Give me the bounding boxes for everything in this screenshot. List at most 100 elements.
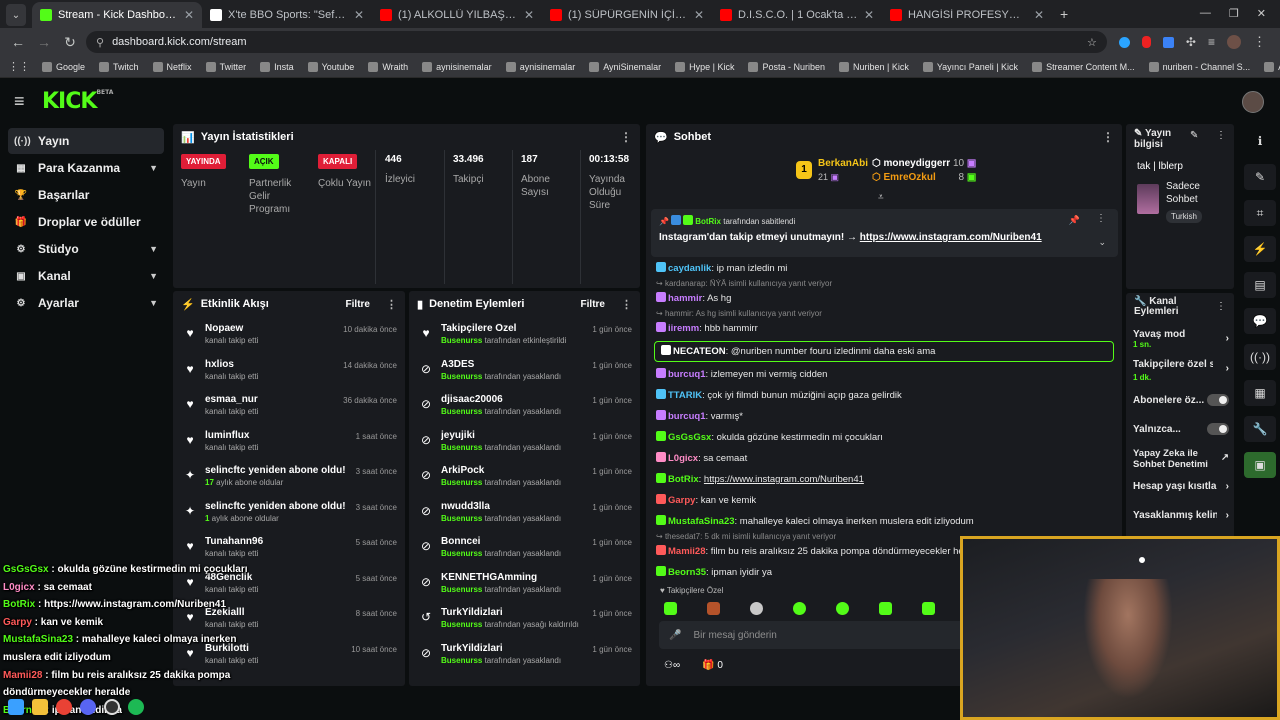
chat-username[interactable]: Beorn35 <box>668 567 706 578</box>
maximize-icon[interactable]: ❐ <box>1229 7 1239 20</box>
list-item[interactable]: ⊘ A3DES Busenurss tarafından yasaklandı 1 g… <box>409 353 640 389</box>
list-item[interactable]: ⊘ ArkiPock Busenurss tarafından yasaklandı… <box>409 459 640 495</box>
bookmark-item[interactable]: Google <box>42 61 85 72</box>
gift-icon[interactable]: 🎁 0 <box>702 660 723 671</box>
emote-only-toggle[interactable] <box>1207 423 1229 435</box>
media-icon[interactable]: ≡ <box>1208 35 1215 49</box>
bookmark-item[interactable]: Wraith <box>368 61 408 72</box>
chrome-icon[interactable] <box>56 699 72 715</box>
chat-message[interactable]: Garpy: kan ve kemik <box>646 490 1122 511</box>
bookmark-item[interactable]: Twitch <box>99 61 139 72</box>
edit-icon[interactable]: ✎ <box>1190 130 1198 141</box>
list-item[interactable]: ↺ TurkYildizlari Busenurss tarafından yasa… <box>409 601 640 637</box>
extension-icon[interactable] <box>1118 36 1130 48</box>
list-item[interactable]: ⊘ TurkYildizlari Busenurss tarafından yasa… <box>409 637 640 673</box>
chat-username[interactable]: TTARIK <box>668 390 702 401</box>
chat-username[interactable]: MustafaSina23 <box>668 516 735 527</box>
chat-message[interactable]: MustafaSina23: mahalleye kaleci olmaya i… <box>646 511 1122 532</box>
chat-username[interactable]: hammir <box>668 293 702 304</box>
browser-tab[interactable]: HANGİSİ PROFESYONEL FUTBO ✕ <box>882 2 1052 28</box>
list-item[interactable]: ⊘ djisaac20006 Busenurss tarafından yasakl… <box>409 388 640 424</box>
document-icon[interactable]: ▤ <box>1244 272 1276 298</box>
close-tab-icon[interactable]: ✕ <box>524 8 534 22</box>
bookmark-item[interactable]: Yayıncı Paneli | Kick <box>922 61 1018 72</box>
chat-message[interactable]: hammir: As hg <box>646 288 1122 309</box>
sidebar-item-para-kazanma[interactable]: ▦ Para Kazanma ▼ <box>8 155 164 181</box>
bookmark-item[interactable]: Aynı Sinemalar - Ça... <box>1264 61 1280 72</box>
chat-message[interactable]: BotRix: https://www.instagram.com/Nuribe… <box>646 469 1122 490</box>
chat-message[interactable]: GsGsGsx: okulda gözüne kestirmedin mi ço… <box>646 427 1122 448</box>
emote-icon[interactable] <box>707 602 720 615</box>
sidebar-item-studyo[interactable]: ⚙ Stüdyo ▼ <box>8 236 164 262</box>
chat-message[interactable]: NECATEON: @nuriben number fouru izledinm… <box>654 341 1114 362</box>
chat-message[interactable]: iiremm: hbb hammirr <box>646 318 1122 339</box>
bookmark-item[interactable]: Nuriben | Kick <box>838 61 909 72</box>
extension-icon[interactable] <box>1141 36 1151 48</box>
list-item[interactable]: ✦ selincftc yeniden abone oldu! 1 aylık ab… <box>173 495 405 531</box>
followers-only-setting[interactable]: Takipçilere özel s1 dk. › <box>1133 359 1229 382</box>
more-options-icon[interactable]: ⋮ <box>1102 130 1114 144</box>
list-item[interactable]: ⊘ nwudd3lla Busenurss tarafından yasakland… <box>409 495 640 531</box>
sidebar-item-droplar[interactable]: 🎁 Droplar ve ödüller <box>8 209 164 235</box>
broadcast-icon[interactable]: ((·)) <box>1244 344 1276 370</box>
list-item[interactable]: ⊘ jeyujiki Busenurss tarafından yasaklandı… <box>409 424 640 460</box>
ai-moderation-setting[interactable]: Yapay Zeka ile Sohbet Denetimi ↗ <box>1133 448 1229 470</box>
filter-button[interactable]: Filtre <box>346 299 370 310</box>
chat-message[interactable]: caydanlik: ip man izledin mi <box>646 258 1122 279</box>
bookmark-item[interactable]: Twitter <box>205 61 246 72</box>
unpin-icon[interactable]: 📌 <box>1069 215 1080 226</box>
chat-scroll-icon[interactable]: ⩡ <box>878 192 884 203</box>
pinned-message[interactable]: 📌 BotRix tarafından sabitlendi Instagram… <box>651 209 1118 257</box>
chat-username[interactable]: burcuq1 <box>668 411 705 422</box>
chat-username[interactable]: BotRix <box>668 474 699 485</box>
discord-icon[interactable] <box>80 699 96 715</box>
chat-username[interactable]: burcuq1 <box>668 369 705 380</box>
sidebar-item-basarilar[interactable]: 🏆 Başarılar <box>8 182 164 208</box>
list-item[interactable]: ⊘ KENNETHGAmming Busenurss tarafından yasa… <box>409 566 640 602</box>
wrench-icon[interactable]: 🔧 <box>1244 416 1276 442</box>
user-avatar[interactable] <box>1242 91 1264 113</box>
close-tab-icon[interactable]: ✕ <box>864 8 874 22</box>
chat-message[interactable]: TTARIK: çok iyi filmdi bunun müziğini aç… <box>646 385 1122 406</box>
windows-start-icon[interactable] <box>8 699 24 715</box>
bookmark-item[interactable]: Streamer Content M... <box>1032 61 1135 72</box>
chat-message[interactable]: burcuq1: izlemeyen mi vermiş cidden <box>646 364 1122 385</box>
spotify-icon[interactable] <box>128 699 144 715</box>
extensions-puzzle-icon[interactable]: ✣ <box>1186 35 1196 49</box>
bookmark-item[interactable]: aynisinemalar <box>505 61 575 72</box>
new-tab-button[interactable]: + <box>1052 6 1076 28</box>
chat-users-icon[interactable]: ⚇∞ <box>664 660 680 671</box>
chat-username[interactable]: Garpy <box>668 495 695 506</box>
list-item[interactable]: ♥ Takipçilere Özel Busenurss tarafından et… <box>409 317 640 353</box>
emote-icon[interactable] <box>664 602 677 615</box>
emote-icon[interactable] <box>836 602 849 615</box>
account-age-setting[interactable]: Hesap yaşı kısıtla › <box>1133 481 1229 495</box>
chat-username[interactable]: caydanlik <box>668 263 711 274</box>
more-options-icon[interactable]: ⋮ <box>621 298 632 311</box>
expand-chevron-icon[interactable]: ⌄ <box>1098 237 1106 248</box>
close-tab-icon[interactable]: ✕ <box>1034 8 1044 22</box>
microphone-icon[interactable]: 🎤 <box>669 630 681 641</box>
bookmark-star-icon[interactable]: ☆ <box>1087 36 1097 49</box>
tab-search-button[interactable]: ⌄ <box>6 4 26 26</box>
close-window-icon[interactable]: ✕ <box>1257 7 1266 20</box>
browser-tab[interactable]: D.I.S.C.O. | 1 Ocak'ta sadece sin ✕ <box>712 2 882 28</box>
apps-grid-icon[interactable]: ⋮⋮ <box>8 60 30 73</box>
emote-icon[interactable] <box>750 602 763 615</box>
chat-message[interactable]: L0gicx: sa cemaat <box>646 448 1122 469</box>
close-tab-icon[interactable]: ✕ <box>184 8 194 22</box>
minimize-icon[interactable]: — <box>1200 7 1211 20</box>
bookmark-item[interactable]: Posta - Nuriben <box>748 61 825 72</box>
bookmark-item[interactable]: Hype | Kick <box>675 61 734 72</box>
sidebar-item-ayarlar[interactable]: ⚙ Ayarlar ▼ <box>8 290 164 316</box>
more-options-icon[interactable]: ⋮ <box>1216 130 1226 141</box>
kick-logo[interactable]: KICKBETA <box>42 89 113 114</box>
sidebar-item-kanal[interactable]: ▣ Kanal ▼ <box>8 263 164 289</box>
subscribers-only-setting[interactable]: Abonelere öz... <box>1133 394 1229 406</box>
more-options-icon[interactable]: ⋮ <box>1096 213 1106 224</box>
slow-mode-setting[interactable]: Yavaş mod 1 sn. › <box>1133 329 1229 349</box>
sidebar-item-yayin[interactable]: ((·)) Yayın <box>8 128 164 154</box>
list-item[interactable]: ♥ Nopaew kanalı takip etti 10 dakika önce <box>173 317 405 353</box>
list-item[interactable]: ✦ selincftc yeniden abone oldu! 17 aylık a… <box>173 459 405 495</box>
subscribers-only-toggle[interactable] <box>1207 394 1229 406</box>
